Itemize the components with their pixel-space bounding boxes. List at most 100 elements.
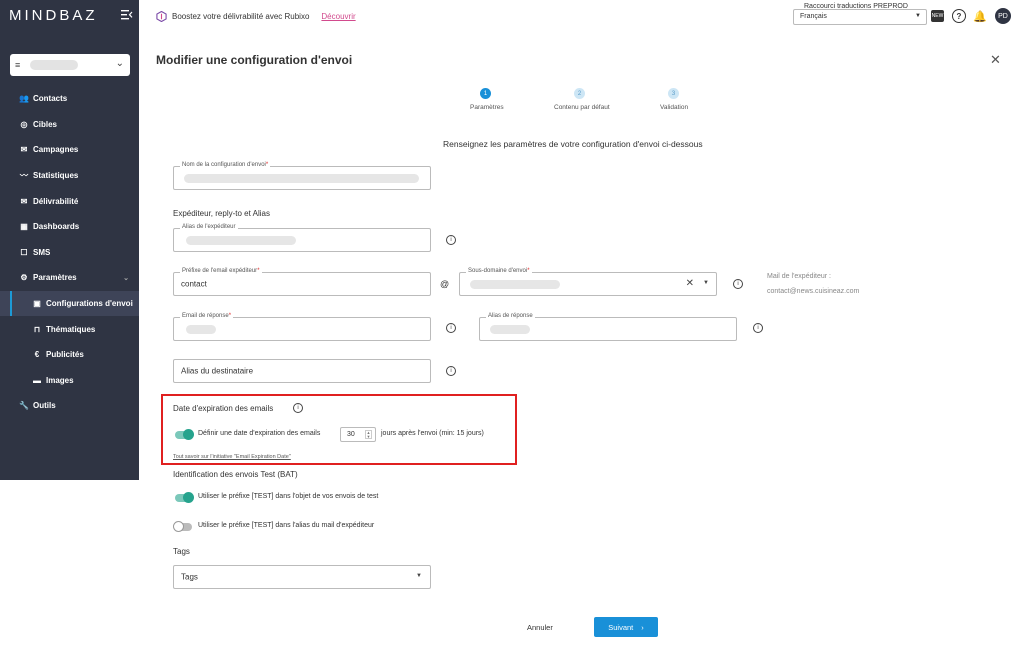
account-name-redacted bbox=[30, 60, 78, 70]
info-icon[interactable]: i bbox=[293, 403, 303, 413]
form-heading: Renseignez les paramètres de votre confi… bbox=[443, 139, 703, 149]
step-1-dot: 1 bbox=[480, 88, 491, 99]
promo-link[interactable]: Découvrir bbox=[321, 12, 355, 21]
section-sender: Expéditeur, reply-to et Alias bbox=[173, 209, 270, 218]
expiry-toggle[interactable] bbox=[175, 429, 194, 440]
info-icon[interactable]: i bbox=[446, 235, 456, 245]
avatar[interactable]: PD bbox=[995, 8, 1011, 24]
config-name-label-text: Nom de la configuration d'envoi bbox=[182, 162, 266, 168]
sender-prefix-label-text: Préfixe de l'email expéditeur bbox=[182, 268, 258, 274]
sidebar-item-thematiques[interactable]: ⊓ Thématiques bbox=[0, 316, 139, 342]
step-2-label: Contenu par défaut bbox=[554, 104, 610, 111]
redacted-value bbox=[184, 174, 419, 183]
chevron-right-icon: › bbox=[641, 622, 644, 632]
reply-email-field[interactable]: Email de réponse* bbox=[173, 313, 431, 341]
mail-sender-value: contact@news.cuisineaz.com bbox=[767, 288, 860, 295]
sidebar-item-label: Statistiques bbox=[33, 171, 79, 181]
collapse-menu-icon[interactable] bbox=[121, 9, 133, 20]
sidebar-item-label: Images bbox=[46, 375, 74, 385]
sidebar-item-sms[interactable]: ☐ SMS bbox=[0, 240, 139, 266]
help-icon[interactable]: ? bbox=[952, 9, 966, 23]
page-title: Modifier une configuration d'envoi bbox=[156, 53, 353, 67]
stepper-icon[interactable]: ▲ ▼ bbox=[365, 430, 372, 439]
tags-select[interactable]: Tags ▼ bbox=[173, 565, 431, 589]
info-icon[interactable]: i bbox=[446, 323, 456, 333]
info-icon[interactable]: i bbox=[446, 366, 456, 376]
cancel-button[interactable]: Annuler bbox=[527, 623, 553, 632]
rubixo-icon bbox=[156, 11, 167, 22]
sidebar-item-label: Contacts bbox=[33, 94, 68, 104]
redacted-value bbox=[186, 325, 216, 334]
sidebar-item-delivrabilite[interactable]: ✉ Délivrabilité bbox=[0, 188, 139, 214]
caret-down-icon[interactable]: ▼ bbox=[703, 280, 709, 286]
sidebar-item-label: Cibles bbox=[33, 119, 58, 129]
image-icon: ▬ bbox=[33, 375, 41, 385]
recipient-alias-field[interactable]: Alias du destinataire bbox=[173, 359, 431, 383]
tags-placeholder: Tags bbox=[181, 572, 198, 582]
info-icon[interactable]: i bbox=[753, 323, 763, 333]
sidebar-item-dashboards[interactable]: ▦ Dashboards bbox=[0, 214, 139, 240]
close-icon[interactable]: ✕ bbox=[990, 52, 1001, 68]
caret-down-icon: ▼ bbox=[915, 13, 921, 19]
bat-alias-label: Utiliser le préfixe [TEST] dans l'alias … bbox=[198, 522, 375, 529]
subdomain-select[interactable]: Sous-domaine d'envoi* ✕ ▼ bbox=[459, 268, 717, 296]
bat-subject-label: Utiliser le préfixe [TEST] dans l'objet … bbox=[198, 493, 379, 500]
section-bat: Identification des envois Test (BAT) bbox=[173, 470, 298, 479]
expiry-toggle-label: Définir une date d'expiration des emails bbox=[198, 430, 321, 437]
config-name-field[interactable]: Nom de la configuration d'envoi* bbox=[173, 162, 431, 190]
reply-alias-label: Alias de réponse bbox=[486, 313, 535, 319]
promo-text: Boostez votre délivrabilité avec Rubixo bbox=[172, 12, 310, 21]
caret-down-icon: ▼ bbox=[416, 573, 422, 579]
reply-email-label-text: Email de réponse bbox=[182, 313, 229, 319]
sidebar-item-images[interactable]: ▬ Images bbox=[0, 368, 139, 394]
reply-alias-field[interactable]: Alias de réponse bbox=[479, 313, 737, 341]
expiry-info-link[interactable]: Tout savoir sur l'initiative "Email Expi… bbox=[173, 454, 291, 460]
sidebar-item-cibles[interactable]: ◎ Cibles bbox=[0, 112, 139, 138]
info-icon[interactable]: i bbox=[733, 279, 743, 289]
sidebar-item-label: Configurations d'envoi bbox=[46, 299, 133, 309]
dashboard-icon: ▦ bbox=[20, 222, 28, 232]
bat-subject-toggle[interactable] bbox=[175, 492, 194, 503]
expiry-suffix: jours après l'envoi (min: 15 jours) bbox=[381, 430, 484, 437]
sidebar-item-configurations[interactable]: ▣ Configurations d'envoi bbox=[0, 290, 139, 317]
language-select[interactable]: Français ▼ bbox=[793, 9, 927, 25]
sidebar-item-label: Paramètres bbox=[33, 273, 77, 283]
next-button[interactable]: Suivant › bbox=[594, 617, 658, 637]
bookmark-icon: ⊓ bbox=[33, 324, 41, 334]
account-selector[interactable]: ≡ ⌄ bbox=[10, 54, 130, 76]
next-button-label: Suivant bbox=[608, 622, 634, 632]
sidebar-item-contacts[interactable]: 👥 Contacts bbox=[0, 86, 139, 112]
sidebar-item-label: Outils bbox=[33, 401, 56, 411]
deliverability-icon: ✉ bbox=[20, 196, 28, 206]
sidebar-item-label: Thématiques bbox=[46, 324, 96, 334]
sender-prefix-label: Préfixe de l'email expéditeur* bbox=[180, 268, 262, 274]
chevron-down-icon: ⌄ bbox=[115, 58, 124, 69]
sidebar-item-label: Publicités bbox=[46, 350, 84, 360]
news-icon[interactable]: NEW bbox=[931, 10, 944, 22]
promo-banner: Boostez votre délivrabilité avec Rubixo … bbox=[156, 11, 356, 22]
at-sign: @ bbox=[440, 279, 450, 289]
sidebar-item-label: Campagnes bbox=[33, 145, 79, 155]
redacted-value bbox=[490, 325, 530, 334]
expiry-days-input[interactable]: 30 ▲ ▼ bbox=[340, 427, 376, 442]
sidebar-item-outils[interactable]: 🔧 Outils bbox=[0, 393, 139, 419]
gear-icon: ⚙ bbox=[20, 273, 28, 283]
sidebar-item-parametres[interactable]: ⚙ Paramètres ⌄ bbox=[0, 265, 139, 291]
bell-icon[interactable]: 🔔 bbox=[973, 9, 987, 23]
bat-alias-toggle[interactable] bbox=[173, 521, 192, 532]
config-icon: ▣ bbox=[33, 299, 41, 309]
sender-prefix-field[interactable]: Préfixe de l'email expéditeur* contact bbox=[173, 268, 431, 296]
sidebar-item-label: SMS bbox=[33, 247, 51, 257]
sidebar-item-statistiques[interactable]: 〰 Statistiques bbox=[0, 163, 139, 189]
chart-icon: 〰 bbox=[20, 171, 28, 181]
app-logo: MINDBAZ bbox=[9, 7, 98, 24]
euro-icon: € bbox=[34, 350, 40, 360]
sidebar-item-publicites[interactable]: € Publicités bbox=[0, 342, 139, 368]
subdomain-label: Sous-domaine d'envoi* bbox=[466, 268, 532, 274]
sidebar-item-campagnes[interactable]: ✉ Campagnes bbox=[0, 137, 139, 163]
clear-icon[interactable]: ✕ bbox=[686, 278, 694, 289]
sender-alias-field[interactable]: Alias de l'expéditeur bbox=[173, 224, 431, 252]
step-3-label: Validation bbox=[660, 104, 689, 111]
chevron-down-icon: ⌄ bbox=[123, 274, 129, 282]
reply-email-label: Email de réponse* bbox=[180, 313, 234, 319]
